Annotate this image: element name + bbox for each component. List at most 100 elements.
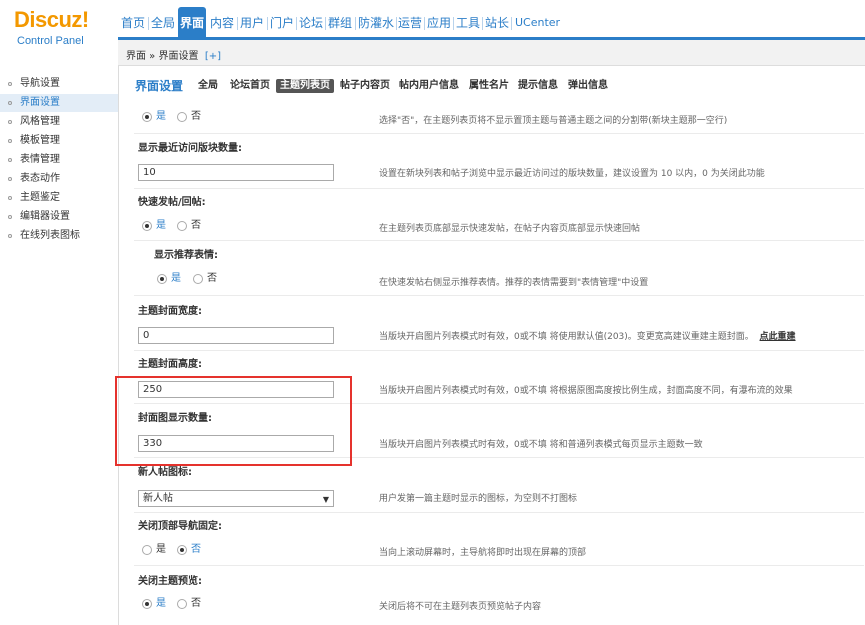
sidebar-item-label: 在线列表图标 xyxy=(20,230,80,241)
setting-label: 主题封面宽度: xyxy=(138,306,202,317)
nav-forum[interactable]: 论坛 xyxy=(299,14,323,32)
radio-no[interactable] xyxy=(177,221,187,231)
dropdown-arrow-icon: ▼ xyxy=(322,495,329,504)
setting-description: 选择"否"，在主题列表页将不显示置顶主题与普通主题之间的分割带(新块主题那一空行… xyxy=(379,116,728,126)
radio-no[interactable] xyxy=(177,545,187,555)
sidebar-item-label: 表情管理 xyxy=(20,154,60,165)
bullet-icon xyxy=(8,215,12,219)
setting-description: 关闭后将不可在主题列表页预览帖子内容 xyxy=(379,602,542,612)
rebuild-covers-link[interactable]: 点此重建 xyxy=(760,332,796,342)
sidebar-item-templates[interactable]: 模板管理 xyxy=(0,132,118,150)
nav-portal[interactable]: 门户 xyxy=(270,14,294,32)
nav-divider xyxy=(424,17,425,30)
setting-label: 主题封面高度: xyxy=(138,359,202,370)
highlight-box xyxy=(115,376,352,466)
recent-forums-input[interactable]: 10 xyxy=(138,164,334,181)
radio-yes[interactable] xyxy=(142,545,152,555)
setting-description: 在主题列表页底部显示快速发帖，在帖子内容页底部显示快速回帖 xyxy=(379,224,641,234)
bullet-icon xyxy=(8,234,12,238)
radio-no-label: 否 xyxy=(191,544,201,555)
nav-global[interactable]: 全局 xyxy=(151,14,175,32)
bullet-icon xyxy=(8,139,12,143)
breadcrumb-text: 界面 » 界面设置 xyxy=(126,51,199,62)
radio-yes[interactable] xyxy=(142,599,152,609)
sidebar-item-clicks[interactable]: 表态动作 xyxy=(0,170,118,188)
sidebar-item-navigation[interactable]: 导航设置 xyxy=(0,75,118,93)
top-bar: Discuz! Control Panel 首页 全局 界面 内容 用户 门户 … xyxy=(0,0,865,47)
radio-yes-label: 是 xyxy=(171,273,181,284)
logo-subtitle: Control Panel xyxy=(17,35,84,47)
sidebar-item-interface[interactable]: 界面设置 xyxy=(0,94,118,112)
setting-description: 当版块开启图片列表模式时有效，0或不填 将和普通列表模式每页显示主题数一致 xyxy=(379,440,703,450)
radio-no[interactable] xyxy=(193,274,203,284)
tab-user-info[interactable]: 帖内用户信息 xyxy=(399,79,459,93)
setting-label: 关闭顶部导航固定: xyxy=(138,521,222,532)
sidebar-item-label: 主题鉴定 xyxy=(20,192,60,203)
setting-description: 设置在新块列表和帖子浏览中显示最近访问过的版块数量，建议设置为 10 以内，0 … xyxy=(379,169,765,179)
nav-divider xyxy=(511,17,512,30)
nav-divider xyxy=(237,17,238,30)
tab-popups[interactable]: 弹出信息 xyxy=(568,79,608,93)
cover-width-input[interactable]: 0 xyxy=(138,327,334,344)
setting-description: 在快速发帖右侧显示推荐表情。推荐的表情需要到"表情管理"中设置 xyxy=(379,278,649,288)
nav-ucenter[interactable]: UCenter xyxy=(515,14,560,32)
breadcrumb-bar: 界面 » 界面设置 [+] xyxy=(118,40,865,66)
setting-description: 当向上滚动屏幕时，主导航将即时出现在屏幕的顶部 xyxy=(379,548,587,558)
radio-no-label: 否 xyxy=(191,111,201,122)
sidebar-item-label: 风格管理 xyxy=(20,116,60,127)
setting-description-text: 当版块开启图片列表模式时有效，0或不填 将使用默认值(203)。变更宽高建议重建… xyxy=(379,332,754,342)
radio-yes[interactable] xyxy=(142,221,152,231)
tab-forum-home[interactable]: 论坛首页 xyxy=(230,79,270,93)
new-icon-select[interactable]: 新人帖 ▼ xyxy=(138,490,334,507)
nav-webmaster[interactable]: 站长 xyxy=(485,14,509,32)
setting-label: 快速发帖/回帖: xyxy=(138,197,206,208)
sidebar-item-label: 界面设置 xyxy=(20,97,60,108)
tab-post-view[interactable]: 帖子内容页 xyxy=(340,79,390,93)
row-divider xyxy=(134,188,864,189)
settings-form: 是 否 选择"否"，在主题列表页将不显示置顶主题与普通主题之间的分割带(新块主题… xyxy=(118,100,865,625)
page-title: 界面设置 xyxy=(135,79,184,93)
nav-groups[interactable]: 群组 xyxy=(328,14,352,32)
sidebar-item-online-icons[interactable]: 在线列表图标 xyxy=(0,227,118,245)
nav-divider xyxy=(148,17,149,30)
radio-no[interactable] xyxy=(177,599,187,609)
nav-divider xyxy=(396,17,397,30)
radio-no-label: 否 xyxy=(191,220,201,231)
sidebar: 导航设置 界面设置 风格管理 模板管理 表情管理 表态动作 主题鉴定 编辑器设置… xyxy=(0,70,118,625)
sidebar-item-label: 模板管理 xyxy=(20,135,60,146)
sidebar-item-editor[interactable]: 编辑器设置 xyxy=(0,208,118,226)
row-divider xyxy=(134,350,864,351)
sidebar-item-label: 导航设置 xyxy=(20,78,60,89)
nav-divider xyxy=(267,17,268,30)
radio-yes[interactable] xyxy=(157,274,167,284)
nav-antispam[interactable]: 防灌水 xyxy=(358,14,394,32)
tab-thread-list[interactable]: 主题列表页 xyxy=(276,79,334,93)
main-nav: 首页 全局 界面 内容 用户 门户 论坛 群组 防灌水 运营 应用 工具 站长 … xyxy=(118,6,865,40)
nav-home[interactable]: 首页 xyxy=(121,14,145,32)
bullet-icon xyxy=(8,196,12,200)
setting-label: 关闭主题预览: xyxy=(138,576,202,587)
add-shortcut-button[interactable]: [+] xyxy=(205,51,221,62)
row-divider xyxy=(134,133,864,134)
sidebar-item-styles[interactable]: 风格管理 xyxy=(0,113,118,131)
bullet-icon xyxy=(8,120,12,124)
tab-global[interactable]: 全局 xyxy=(198,79,218,93)
tab-notices[interactable]: 提示信息 xyxy=(518,79,558,93)
sidebar-item-smilies[interactable]: 表情管理 xyxy=(0,151,118,169)
breadcrumb: 界面 » 界面设置 [+] xyxy=(126,47,221,62)
select-value: 新人帖 xyxy=(143,493,173,504)
nav-users[interactable]: 用户 xyxy=(240,14,264,32)
setting-description: 当版块开启图片列表模式时有效，0或不填 将根据原图高度按比例生成，封面高度不同，… xyxy=(379,386,793,396)
sidebar-item-stamps[interactable]: 主题鉴定 xyxy=(0,189,118,207)
tab-profile-card[interactable]: 属性名片 xyxy=(469,79,509,93)
nav-operations[interactable]: 运营 xyxy=(398,14,422,32)
nav-divider xyxy=(453,17,454,30)
nav-tools[interactable]: 工具 xyxy=(456,14,480,32)
bullet-icon xyxy=(8,158,12,162)
row-divider xyxy=(134,295,864,296)
nav-apps[interactable]: 应用 xyxy=(427,14,451,32)
radio-no[interactable] xyxy=(177,112,187,122)
nav-content[interactable]: 内容 xyxy=(210,14,234,32)
nav-interface[interactable]: 界面 xyxy=(178,7,207,37)
radio-yes[interactable] xyxy=(142,112,152,122)
